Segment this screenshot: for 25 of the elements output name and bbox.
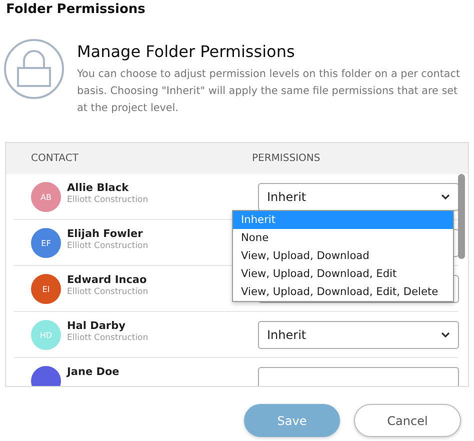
dropdown-option[interactable]: View, Upload, Download: [233, 247, 453, 265]
permission-select[interactable]: Inherit: [258, 321, 459, 349]
dialog-title: Folder Permissions: [5, 1, 146, 19]
avatar: EI: [31, 274, 61, 304]
column-header: PERMISSIONS: [252, 153, 322, 164]
avatar: HD: [31, 320, 61, 350]
company-name: Elliott Construction: [67, 241, 148, 251]
dropdown-option[interactable]: None: [233, 229, 453, 247]
contact-name: Elijah Fowler: [67, 228, 143, 240]
permission-select[interactable]: Inherit: [258, 183, 459, 211]
avatar: EF: [31, 228, 61, 258]
avatar: AB: [31, 182, 61, 212]
cancel-button[interactable]: Cancel: [354, 404, 461, 437]
dropdown-option[interactable]: View, Upload, Download, Edit, Delete: [233, 283, 453, 301]
dropdown-option[interactable]: View, Upload, Download, Edit: [233, 265, 453, 283]
contact-name: Edward Incao: [67, 274, 147, 286]
company-name: Elliott Construction: [67, 287, 148, 297]
section-heading: Manage Folder Permissions: [77, 42, 296, 61]
company-name: Elliott Construction: [67, 195, 148, 205]
column-header: CONTACT: [31, 153, 80, 164]
company-name: Elliott Construction: [67, 333, 148, 343]
contact-name: Jane Doe: [67, 366, 120, 378]
description-text: You can choose to adjust permission levels on this folder on a per contact basis. Choosing "Inherit" will apply the same file permissions that are set at the project level.: [77, 67, 462, 116]
contact-name: Hal Darby: [67, 320, 126, 332]
contact-name: Allie Black: [67, 182, 129, 194]
